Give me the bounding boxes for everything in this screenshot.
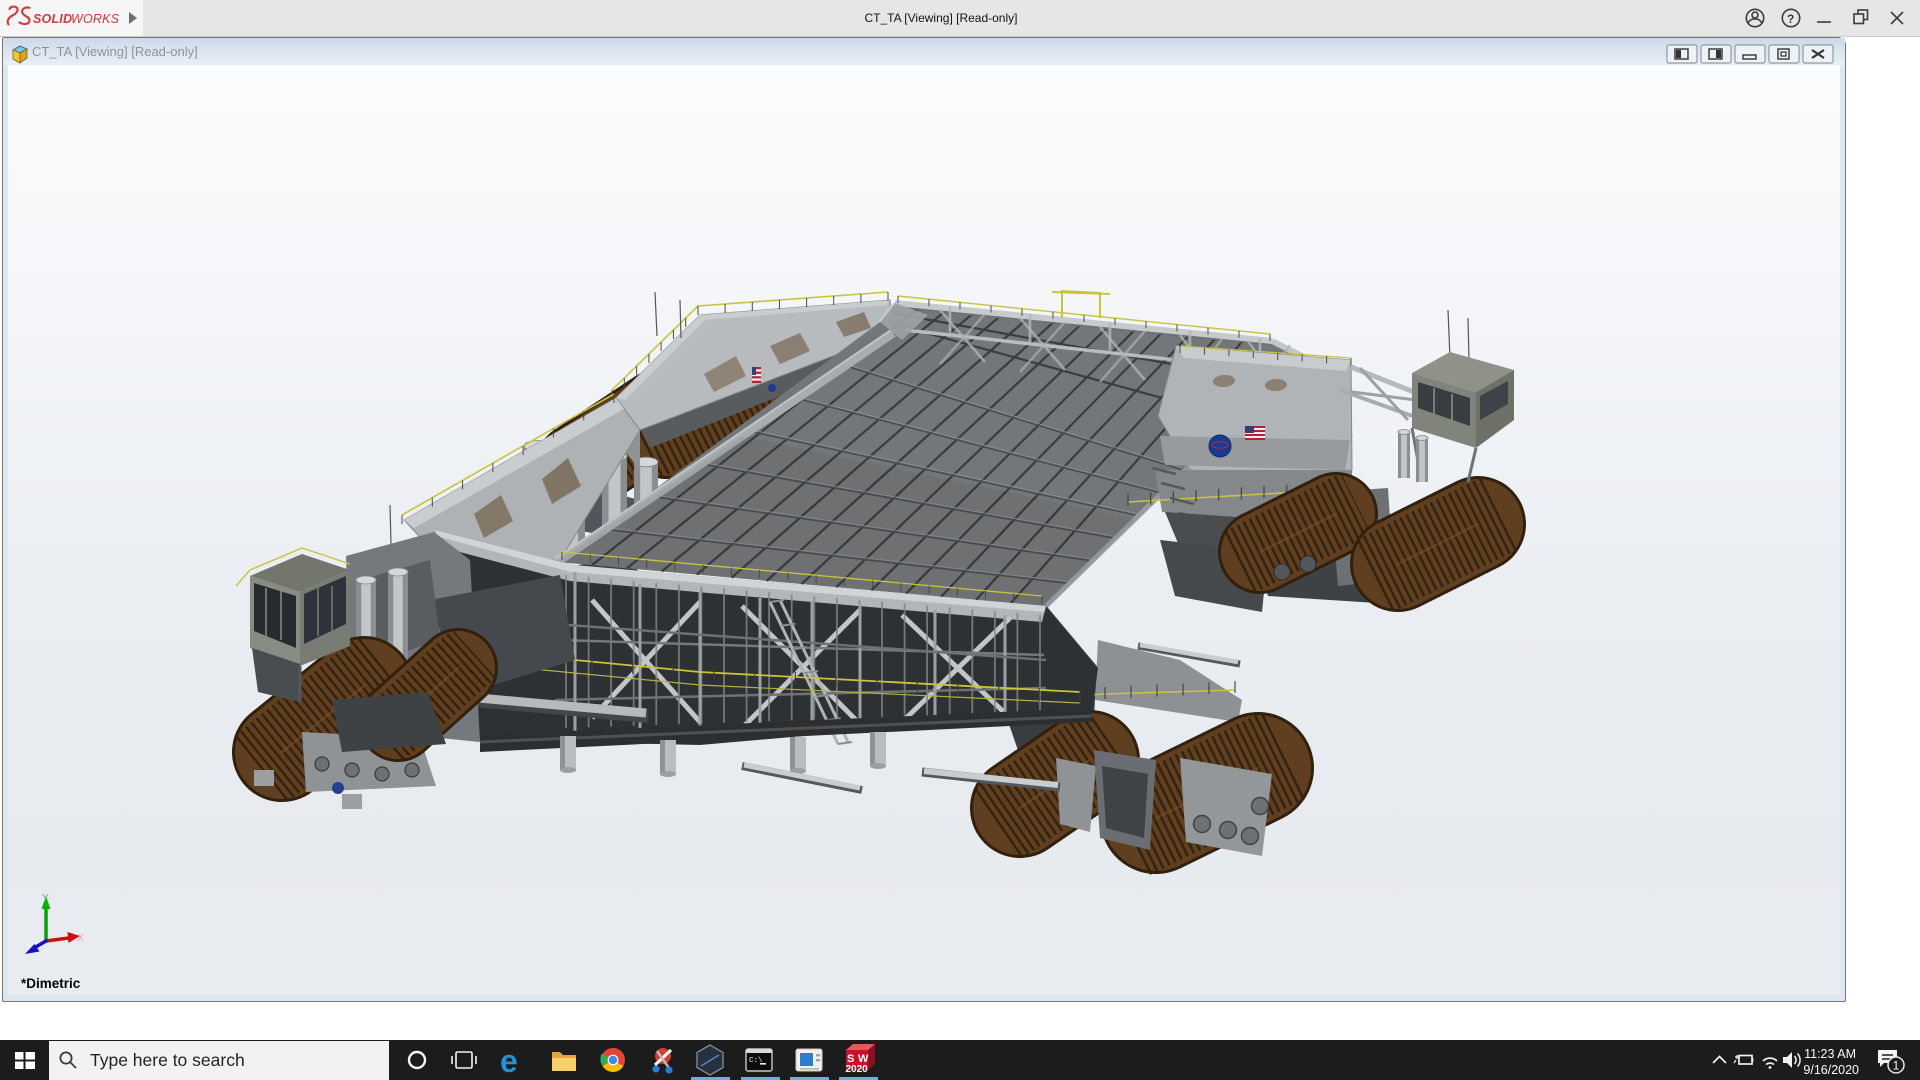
svg-text:Y: Y bbox=[42, 893, 49, 904]
svg-text:?: ? bbox=[1787, 12, 1794, 26]
svg-text:X: X bbox=[77, 933, 84, 944]
svg-text:WORKS: WORKS bbox=[71, 12, 120, 26]
svg-text:SOLID: SOLID bbox=[33, 12, 72, 26]
